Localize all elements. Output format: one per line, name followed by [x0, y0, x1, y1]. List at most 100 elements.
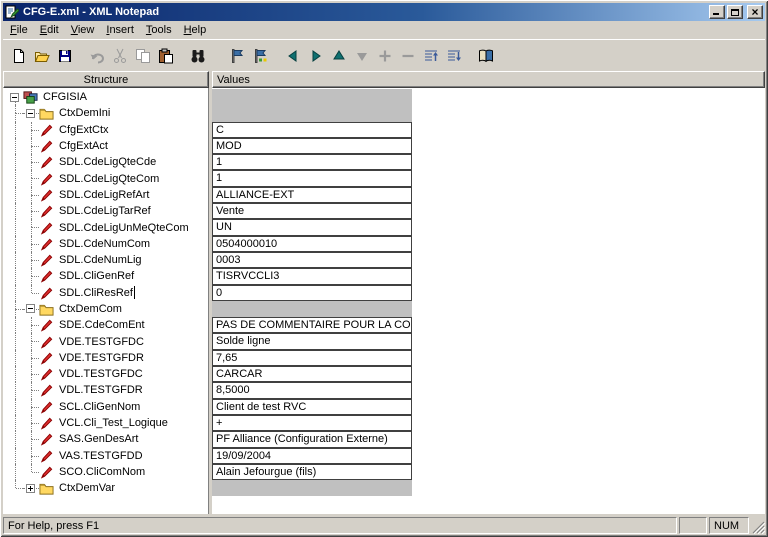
tree-item-cfgisia[interactable]: CFGISIA — [7, 89, 208, 105]
values-pane: Values CMOD11ALLIANCE-EXTVenteUN05040000… — [212, 71, 765, 514]
tree-item-sas-gendesart[interactable]: SAS.GenDesArt — [7, 431, 208, 447]
collapse-icon[interactable] — [10, 93, 19, 102]
open-file-button[interactable] — [30, 45, 53, 67]
insert-element-button[interactable] — [226, 45, 249, 67]
nav-up-button[interactable] — [327, 45, 350, 67]
minimize-button[interactable] — [709, 5, 725, 19]
insert-attribute-button[interactable] — [249, 45, 272, 67]
tree-item-sdl-cdeligrefart[interactable]: SDL.CdeLigRefArt — [7, 187, 208, 203]
close-button[interactable]: × — [747, 5, 763, 19]
main-area: Structure CFGISIACtxDemIniCfgExtCtxCfgEx… — [3, 71, 765, 514]
nav-left-button[interactable] — [281, 45, 304, 67]
structure-pane: Structure CFGISIACtxDemIniCfgExtCtxCfgEx… — [3, 71, 209, 514]
tree-label: SCO.CliComNom — [58, 466, 146, 478]
leaf-node-icon — [39, 285, 55, 301]
expand-icon[interactable] — [26, 484, 35, 493]
value-cell-cfgextctx[interactable]: C — [212, 122, 412, 138]
value-cell-sdl-cdeligrefart[interactable]: ALLIANCE-EXT — [212, 187, 412, 203]
tree-item-vde-testgfdr[interactable]: VDE.TESTGFDR — [7, 350, 208, 366]
leaf-node-icon — [39, 464, 55, 480]
tree-item-sde-cdecoment[interactable]: SDE.CdeComEnt — [7, 317, 208, 333]
value-cell-vdl-testgfdc[interactable]: CARCAR — [212, 366, 412, 382]
value-cell-cfgextact[interactable]: MOD — [212, 138, 412, 154]
titlebar: CFG-E.xml - XML Notepad × — [3, 3, 765, 21]
tree-item-sdl-cdeligunmeqtecom[interactable]: SDL.CdeLigUnMeQteCom — [7, 219, 208, 235]
value-cell-vas-testgfdd[interactable]: 19/09/2004 — [212, 448, 412, 464]
help-button[interactable] — [474, 45, 497, 67]
value-cell-sdl-cdeligtarref[interactable]: Vente — [212, 203, 412, 219]
menu-file[interactable]: File — [4, 22, 34, 38]
tree-label: SDL.CdeLigTarRef — [58, 205, 152, 217]
tree-label: SAS.GenDesArt — [58, 433, 139, 445]
value-cell-sdl-cdeligunmeqtecom[interactable]: UN — [212, 219, 412, 235]
tree-item-vde-testgfdc[interactable]: VDE.TESTGFDC — [7, 333, 208, 349]
value-cell-vde-testgfdc[interactable]: Solde ligne — [212, 333, 412, 349]
new-document-button[interactable] — [7, 45, 30, 67]
nav-right-button[interactable] — [304, 45, 327, 67]
menu-tools[interactable]: Tools — [140, 22, 178, 38]
tree-item-vdl-testgfdr[interactable]: VDL.TESTGFDR — [7, 382, 208, 398]
folder-icon — [39, 105, 55, 121]
tree-label: CfgExtCtx — [58, 124, 110, 136]
expand-node-icon — [377, 48, 393, 64]
value-cell-vcl-cli-test-logique[interactable]: + — [212, 415, 412, 431]
text-caret — [134, 286, 135, 299]
tree-item-sdl-cliresref[interactable]: SDL.CliResRef — [7, 285, 208, 301]
value-cell-scl-cligennom[interactable]: Client de test RVC — [212, 399, 412, 415]
undo-button — [85, 45, 108, 67]
tree-item-sdl-cdenumlig[interactable]: SDL.CdeNumLig — [7, 252, 208, 268]
value-cell-sdl-cdeligqtecom[interactable]: 1 — [212, 170, 412, 186]
leaf-node-icon — [39, 317, 55, 333]
resize-grip[interactable] — [751, 517, 765, 534]
save-button[interactable] — [53, 45, 76, 67]
paste-button[interactable] — [154, 45, 177, 67]
toolbar-separator — [76, 45, 85, 67]
status-message: For Help, press F1 — [3, 517, 677, 534]
value-cell-sco-clicomnom[interactable]: Alain Jefourgue (fils) — [212, 464, 412, 480]
tree-label: SDL.CdeLigQteCom — [58, 173, 160, 185]
promote-button[interactable] — [419, 45, 442, 67]
tree-item-cfgextctx[interactable]: CfgExtCtx — [7, 122, 208, 138]
menu-help[interactable]: Help — [178, 22, 213, 38]
tree-item-scl-cligennom[interactable]: SCL.CliGenNom — [7, 399, 208, 415]
value-cell-sdl-cdenumlig[interactable]: 0003 — [212, 252, 412, 268]
value-cell-sdl-cdenumcom[interactable]: 0504000010 — [212, 236, 412, 252]
value-cell-vdl-testgfdr[interactable]: 8,5000 — [212, 382, 412, 398]
toolbar-separator — [465, 45, 474, 67]
tree-item-sco-clicomnom[interactable]: SCO.CliComNom — [7, 464, 208, 480]
nav-down-icon — [354, 48, 370, 64]
tree-item-ctxdemcom[interactable]: CtxDemCom — [7, 301, 208, 317]
menu-insert[interactable]: Insert — [100, 22, 140, 38]
tree-item-vdl-testgfdc[interactable]: VDL.TESTGFDC — [7, 366, 208, 382]
value-cell-sas-gendesart[interactable]: PF Alliance (Configuration Externe) — [212, 431, 412, 447]
menu-edit[interactable]: Edit — [34, 22, 65, 38]
tree-item-vcl-cli-test-logique[interactable]: VCL.Cli_Test_Logique — [7, 415, 208, 431]
find-button[interactable] — [186, 45, 209, 67]
leaf-node-icon — [39, 415, 55, 431]
tree-item-vas-testgfdd[interactable]: VAS.TESTGFDD — [7, 448, 208, 464]
minimize-icon — [713, 13, 719, 15]
status-num-indicator: NUM — [709, 517, 749, 534]
menu-view[interactable]: View — [65, 22, 101, 38]
demote-button[interactable] — [442, 45, 465, 67]
maximize-button[interactable] — [727, 5, 743, 19]
tree-item-ctxdemini[interactable]: CtxDemIni — [7, 105, 208, 121]
leaf-node-icon — [39, 334, 55, 350]
tree-label: CFGISIA — [42, 91, 88, 103]
tree-item-sdl-cdeligtarref[interactable]: SDL.CdeLigTarRef — [7, 203, 208, 219]
tree-item-sdl-cdeligqtecde[interactable]: SDL.CdeLigQteCde — [7, 154, 208, 170]
tree-item-ctxdemvar[interactable]: CtxDemVar — [7, 480, 208, 496]
tree-item-sdl-cdenumcom[interactable]: SDL.CdeNumCom — [7, 236, 208, 252]
value-cell-sde-cdecoment[interactable]: PAS DE COMMENTAIRE POUR LA CO... — [212, 317, 412, 333]
tree-item-cfgextact[interactable]: CfgExtAct — [7, 138, 208, 154]
root-node-icon — [23, 89, 39, 105]
collapse-icon[interactable] — [26, 304, 35, 313]
value-cell-vde-testgfdr[interactable]: 7,65 — [212, 350, 412, 366]
tree-item-sdl-cligenref[interactable]: SDL.CliGenRef — [7, 268, 208, 284]
tree-item-sdl-cdeligqtecom[interactable]: SDL.CdeLigQteCom — [7, 170, 208, 186]
value-cell-sdl-cdeligqtecde[interactable]: 1 — [212, 154, 412, 170]
maximize-icon — [731, 9, 739, 16]
value-cell-sdl-cligenref[interactable]: TISRVCCLI3 — [212, 268, 412, 284]
value-cell-sdl-cliresref[interactable]: 0 — [212, 285, 412, 301]
collapse-icon[interactable] — [26, 109, 35, 118]
